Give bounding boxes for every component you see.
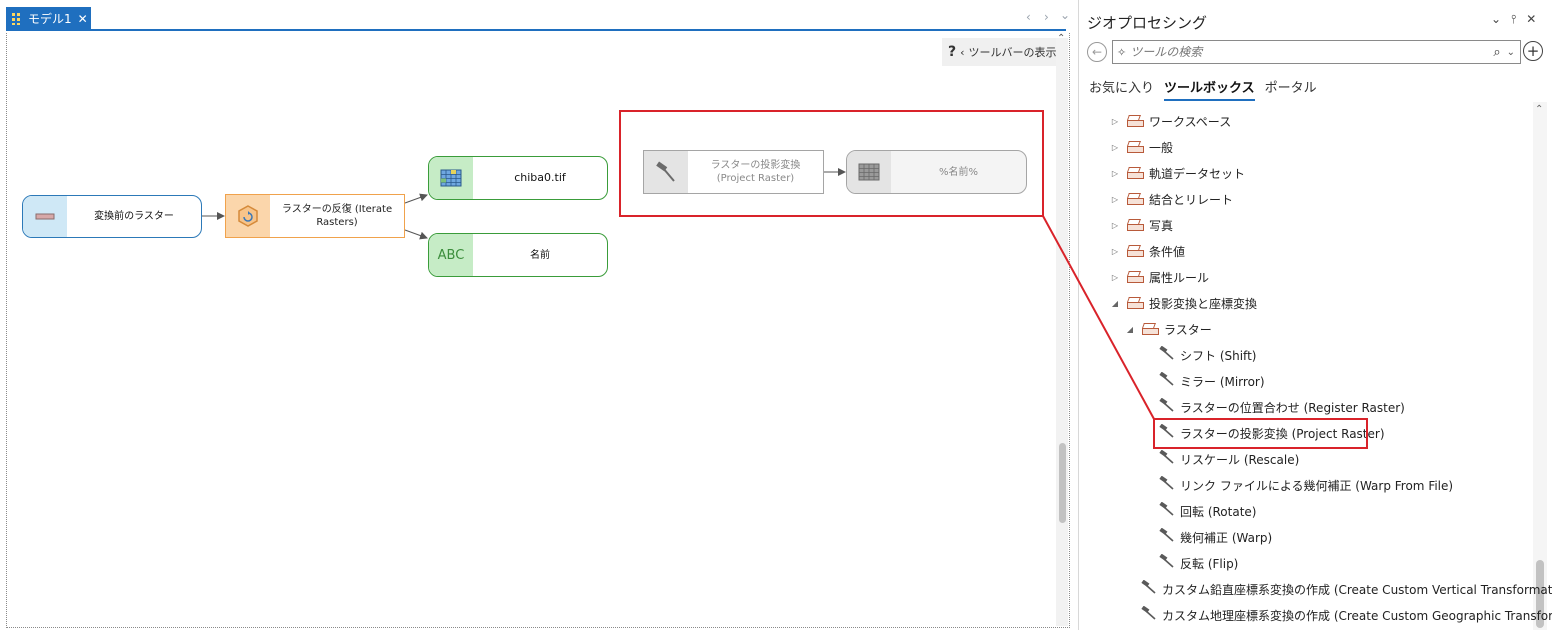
tree-toolbox-item[interactable]: ▷ 写真 xyxy=(1109,214,1173,236)
tree-item-label: 幾何補正 (Warp) xyxy=(1180,530,1273,545)
tree-item-label: 反転 (Flip) xyxy=(1180,556,1239,571)
hammer-icon xyxy=(1141,579,1159,598)
model-connectors xyxy=(202,168,846,240)
tree-item-label: 一般 xyxy=(1149,140,1174,155)
tree-item-label: 回転 (Rotate) xyxy=(1180,504,1257,519)
toolbox-icon xyxy=(1127,192,1145,206)
hammer-icon xyxy=(1159,371,1177,390)
toolbox-icon xyxy=(1127,140,1145,154)
string-variable-icon: ABC xyxy=(429,234,473,276)
tree-tool-item[interactable]: リスケール (Rescale) xyxy=(1159,448,1299,470)
raster-grid-icon xyxy=(429,157,473,199)
tree-item-label: リスケール (Rescale) xyxy=(1180,452,1300,467)
hammer-icon xyxy=(1159,553,1177,572)
hammer-icon xyxy=(1159,527,1177,546)
toolbox-icon xyxy=(1142,322,1160,336)
tree-toolbox-item[interactable]: ▷ 一般 xyxy=(1109,136,1173,158)
tree-item-label: 投影変換と座標変換 xyxy=(1149,296,1258,311)
tree-toolbox-item[interactable]: ◢ 投影変換と座標変換 xyxy=(1109,292,1257,314)
expand-arrow-icon[interactable]: ▷ xyxy=(1109,143,1121,152)
tree-item-label: リンク ファイルによる幾何補正 (Warp From File) xyxy=(1180,478,1454,493)
tree-toolbox-item[interactable]: ▷ 軌道データセット xyxy=(1109,162,1245,184)
node-project-label: ラスターの投影変換 (Project Raster) xyxy=(710,160,801,184)
toolbox-icon xyxy=(1127,218,1145,232)
tree-tool-item[interactable]: リンク ファイルによる幾何補正 (Warp From File) xyxy=(1159,474,1453,496)
toolbox-icon xyxy=(1127,244,1145,258)
tree-item-label: 写真 xyxy=(1149,218,1174,233)
hammer-icon xyxy=(644,151,688,193)
expand-arrow-icon[interactable]: ▷ xyxy=(1109,195,1121,204)
tree-item-label: 条件値 xyxy=(1149,244,1186,259)
collapse-arrow-icon[interactable]: ◢ xyxy=(1124,325,1136,334)
toolbox-tree: ▷ ワークスペース ▷ 一般 ▷ 軌道データセット ▷ 結合とリレート ▷ 写真 ▷ 条件値 ▷ 属性ルー… xyxy=(1079,0,1552,630)
expand-arrow-icon[interactable]: ▷ xyxy=(1109,169,1121,178)
expand-arrow-icon[interactable]: ▷ xyxy=(1109,117,1121,126)
raster-input-icon xyxy=(23,196,67,237)
hammer-icon xyxy=(1159,449,1177,468)
node-chiba-raster[interactable]: chiba0.tif xyxy=(428,156,608,200)
node-chiba-label: chiba0.tif xyxy=(514,170,566,184)
expand-arrow-icon[interactable]: ▷ xyxy=(1109,273,1121,282)
collapse-arrow-icon[interactable]: ◢ xyxy=(1109,299,1121,308)
tree-item-label: 属性ルール xyxy=(1149,270,1210,285)
tree-toolbox-item[interactable]: ▷ 条件値 xyxy=(1109,240,1185,262)
tree-item-label: ワークスペース xyxy=(1149,114,1232,129)
tree-tool-item[interactable]: 幾何補正 (Warp) xyxy=(1159,526,1272,548)
tree-item-label: ラスターの位置合わせ (Register Raster) xyxy=(1180,400,1405,415)
tree-item-label: カスタム地理座標系変換の作成 (Create Custom Geographic… xyxy=(1162,608,1552,623)
tree-tool-item[interactable]: ラスターの位置合わせ (Register Raster) xyxy=(1159,396,1405,418)
tree-item-label: カスタム鉛直座標系変換の作成 (Create Custom Vertical T… xyxy=(1162,582,1552,597)
tree-tool-item[interactable]: シフト (Shift) xyxy=(1159,344,1256,366)
hammer-icon xyxy=(1159,345,1177,364)
node-input-label: 変換前のラスター xyxy=(94,211,174,222)
node-input-raster[interactable]: 変換前のラスター xyxy=(22,195,202,238)
geoprocessing-pane: ジオプロセシング ⌄ ⫯ ✕ ← ✧ ⌕ ⌄ + お気に入り ツールボックス ポ… xyxy=(1078,0,1552,630)
tree-item-label: 結合とリレート xyxy=(1149,192,1234,207)
toolbox-icon xyxy=(1127,166,1145,180)
expand-arrow-icon[interactable]: ▷ xyxy=(1109,247,1121,256)
hammer-icon xyxy=(1141,605,1159,624)
tree-tool-item[interactable]: カスタム鉛直座標系変換の作成 (Create Custom Vertical T… xyxy=(1141,578,1552,600)
tree-item-label: ラスター xyxy=(1164,322,1212,337)
tree-item-label: ミラー (Mirror) xyxy=(1180,374,1265,389)
model-builder-pane: モデル1 ✕ ‹ › ⌄ ? ‹ ツールバーの表示 ⌃ 変換前のラスター ラスタ… xyxy=(0,0,1072,630)
connector-iterate-to-chiba xyxy=(404,193,428,204)
tree-toolbox-item[interactable]: ▷ ワークスペース xyxy=(1109,110,1231,132)
tree-tool-item[interactable]: ミラー (Mirror) xyxy=(1159,370,1265,392)
node-project-raster[interactable]: ラスターの投影変換 (Project Raster) xyxy=(643,150,824,194)
node-iterate-label: ラスターの反復 (Iterate Rasters) xyxy=(281,204,393,228)
tree-tool-item[interactable]: 反転 (Flip) xyxy=(1159,552,1238,574)
node-output-raster[interactable]: %名前% xyxy=(846,150,1027,194)
node-name-variable[interactable]: ABC 名前 xyxy=(428,233,608,277)
hammer-icon xyxy=(1159,397,1177,416)
node-name-label: 名前 xyxy=(530,249,550,261)
toolbox-icon xyxy=(1127,296,1145,310)
tree-item-label: シフト (Shift) xyxy=(1180,348,1257,363)
raster-grid-icon xyxy=(847,151,891,193)
hammer-icon xyxy=(1159,501,1177,520)
expand-arrow-icon[interactable]: ▷ xyxy=(1109,221,1121,230)
tree-item-label: 軌道データセット xyxy=(1149,166,1246,181)
hammer-icon xyxy=(1159,475,1177,494)
tree-toolbox-item[interactable]: ◢ ラスター xyxy=(1124,318,1212,340)
tree-tool-item[interactable]: 回転 (Rotate) xyxy=(1159,500,1256,522)
tree-item-label: ラスターの投影変換 (Project Raster) xyxy=(1180,426,1385,441)
toolbox-icon xyxy=(1127,114,1145,128)
hammer-icon xyxy=(1159,423,1177,442)
tree-tool-item[interactable]: カスタム地理座標系変換の作成 (Create Custom Geographic… xyxy=(1141,604,1552,626)
connector-iterate-to-name xyxy=(404,229,428,240)
tree-toolbox-item[interactable]: ▷ 属性ルール xyxy=(1109,266,1209,288)
node-iterate-rasters[interactable]: ラスターの反復 (Iterate Rasters) xyxy=(225,194,405,238)
toolbox-icon xyxy=(1127,270,1145,284)
tree-tool-item[interactable]: ラスターの投影変換 (Project Raster) xyxy=(1159,422,1385,444)
iterate-hexagon-icon xyxy=(226,195,270,237)
tree-toolbox-item[interactable]: ▷ 結合とリレート xyxy=(1109,188,1233,210)
node-output-label: %名前% xyxy=(938,166,978,178)
